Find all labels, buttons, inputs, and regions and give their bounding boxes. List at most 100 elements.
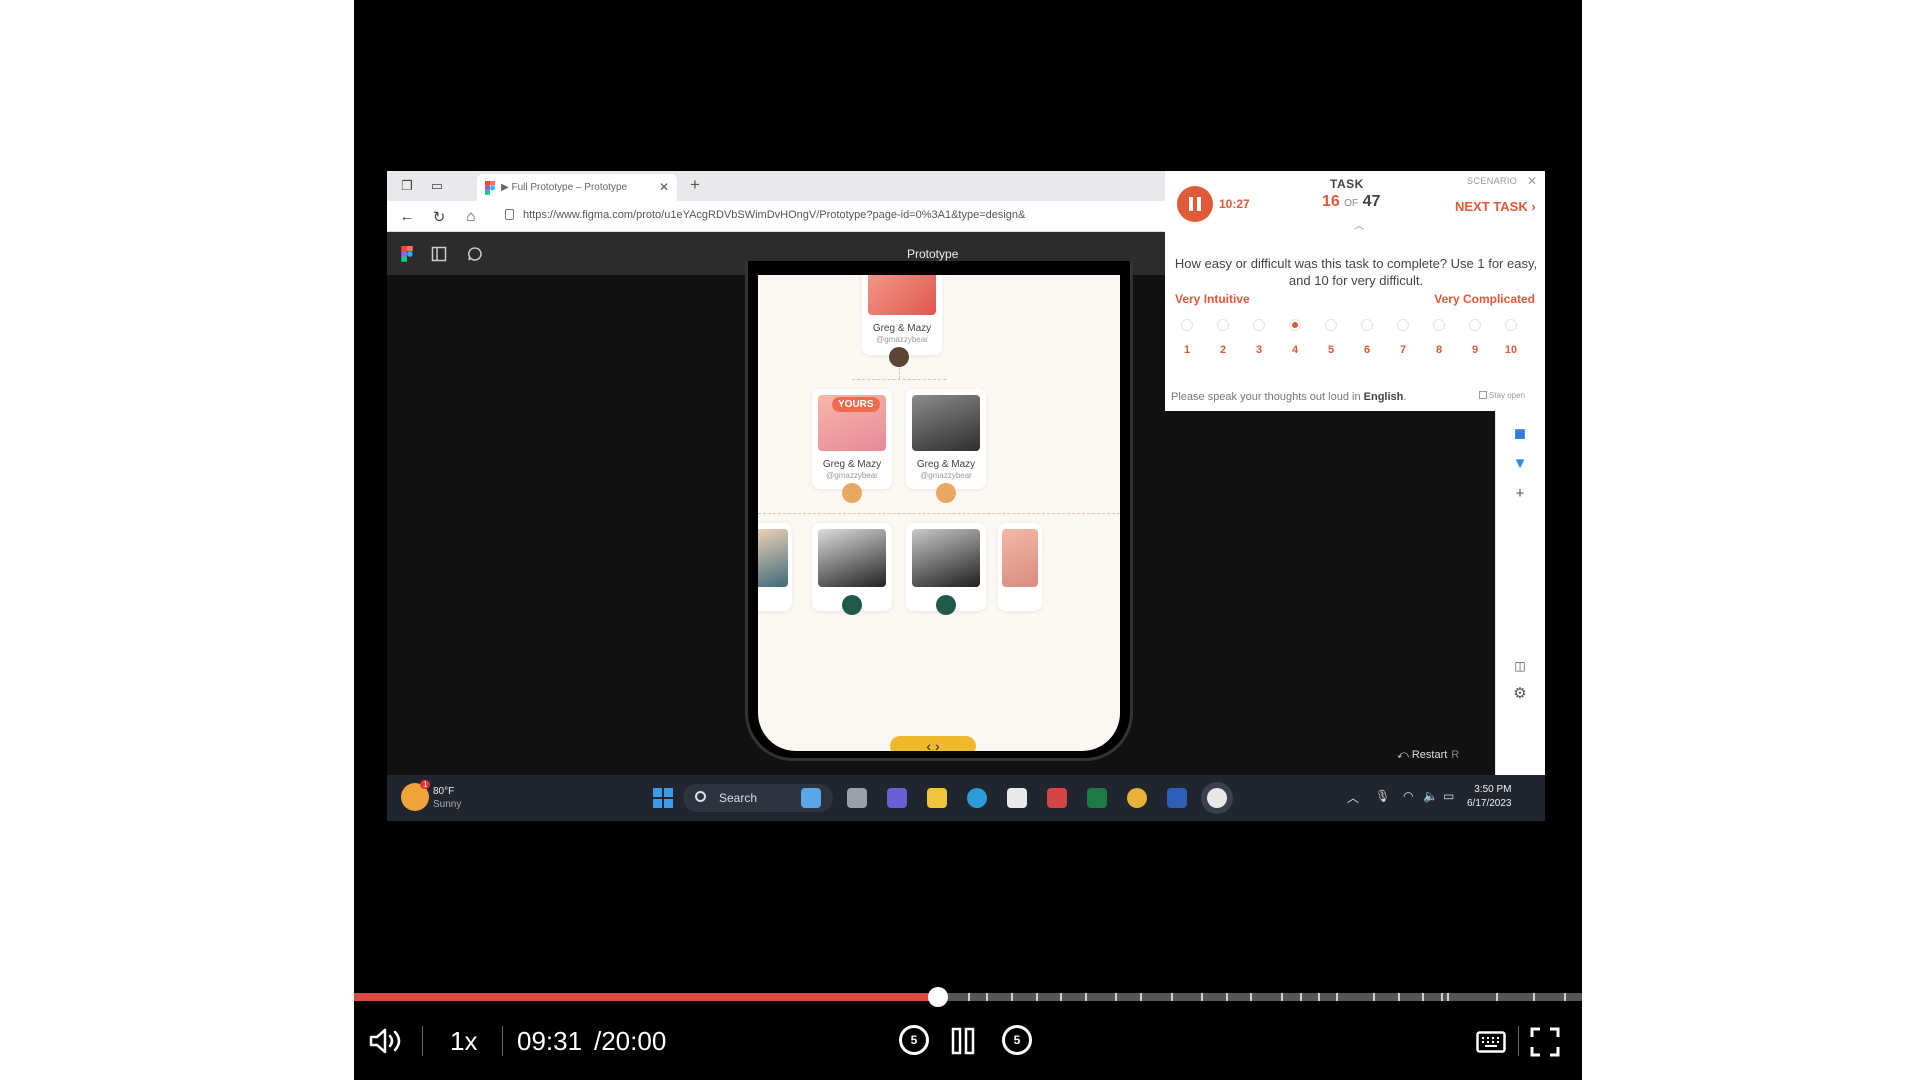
- restart-button[interactable]: ⤺ Restart R: [1397, 749, 1459, 762]
- wifi-icon[interactable]: ◠: [1403, 789, 1413, 803]
- search-label: Search: [719, 791, 758, 805]
- url-field[interactable]: https://www.figma.com/proto/u1eYAcgRDVbS…: [523, 209, 1159, 221]
- fullscreen-icon[interactable]: [1530, 1027, 1560, 1057]
- chapter-marker: [1373, 993, 1376, 1001]
- show-hidden-icon[interactable]: ︿: [1347, 789, 1359, 806]
- add-icon[interactable]: +: [1511, 485, 1529, 503]
- tab-title: ▶ Full Prototype – Prototype: [501, 182, 628, 193]
- weather-condition: Sunny: [433, 799, 462, 810]
- rating-label-5: 5: [1327, 344, 1335, 356]
- tree-connector: [852, 379, 946, 380]
- collapse-icon[interactable]: ︿: [1354, 217, 1364, 232]
- new-tab-icon[interactable]: +: [690, 175, 700, 195]
- rating-option-6[interactable]: [1361, 319, 1373, 331]
- playback-speed-button[interactable]: 1x: [450, 1026, 477, 1057]
- widget-icon[interactable]: [801, 788, 821, 808]
- chapter-marker: [1446, 993, 1449, 1001]
- panel-icon[interactable]: ◫: [1511, 657, 1529, 675]
- chapter-marker: [1397, 993, 1400, 1001]
- rating-option-4[interactable]: [1289, 319, 1301, 331]
- profile-name: Greg & Mazy: [822, 459, 882, 470]
- rating-label-3: 3: [1255, 344, 1263, 356]
- chapter-marker: [1440, 993, 1443, 1001]
- link-icon[interactable]: [889, 347, 909, 367]
- weather-widget[interactable]: 80°F Sunny: [433, 785, 461, 811]
- rewind-seconds: 5: [910, 1033, 918, 1047]
- people-icon[interactable]: [936, 483, 956, 503]
- chapter-marker: [986, 993, 989, 1001]
- speak-instruction: Please speak your thoughts out loud in E…: [1171, 391, 1406, 403]
- workspaces-icon[interactable]: ❐: [399, 178, 415, 194]
- rewind-icon[interactable]: 5: [899, 1025, 929, 1055]
- prototype-nav-pill[interactable]: ‹ ›: [890, 736, 976, 751]
- task-view-icon[interactable]: [847, 788, 867, 808]
- rating-option-9[interactable]: [1469, 319, 1481, 331]
- sidebar-toggle-icon[interactable]: [431, 246, 447, 262]
- chapter-marker: [1281, 993, 1284, 1001]
- start-icon[interactable]: [653, 788, 673, 808]
- profile-name: Greg & Mazy: [872, 323, 932, 334]
- volume-icon[interactable]: 🔈: [1423, 789, 1438, 803]
- scenario-link[interactable]: SCENARIO: [1467, 176, 1517, 186]
- chapter-marker: [1422, 993, 1425, 1001]
- chapter-marker: [1250, 993, 1253, 1001]
- back-icon[interactable]: ←: [398, 208, 416, 225]
- rating-option-7[interactable]: [1397, 319, 1409, 331]
- chapter-marker: [1201, 993, 1204, 1001]
- rating-option-3[interactable]: [1253, 319, 1265, 331]
- send-icon[interactable]: ▼: [1511, 455, 1529, 473]
- stay-open-checkbox[interactable]: Stay open: [1479, 391, 1525, 400]
- tree-connector: [758, 513, 1120, 514]
- couple-photo: [912, 529, 980, 587]
- store-icon[interactable]: [1007, 788, 1027, 808]
- top-profile-card[interactable]: Greg & Mazy @gmazzybear: [862, 275, 942, 355]
- teams-icon[interactable]: [887, 788, 907, 808]
- control-divider: [422, 1026, 423, 1056]
- tab-close-icon[interactable]: ✕: [659, 180, 669, 194]
- chat-icon[interactable]: [842, 595, 862, 615]
- scale-high-label: Very Complicated: [1434, 292, 1535, 306]
- people-icon[interactable]: [842, 483, 862, 503]
- recorder-icon[interactable]: [1207, 788, 1227, 808]
- chapter-marker: [1336, 993, 1339, 1001]
- rating-option-10[interactable]: [1505, 319, 1517, 331]
- settings-icon[interactable]: ⚙: [1511, 685, 1529, 703]
- microphone-icon[interactable]: 🎙: [1375, 789, 1390, 803]
- pause-recording-button[interactable]: [1177, 186, 1213, 222]
- snipping-tool-icon[interactable]: [1047, 788, 1067, 808]
- right-profile-card[interactable]: Greg & Mazy @gmazzybear: [906, 389, 986, 489]
- chrome-icon[interactable]: [1127, 788, 1147, 808]
- close-icon[interactable]: ✕: [1527, 174, 1537, 188]
- word-icon[interactable]: [1167, 788, 1187, 808]
- comment-icon[interactable]: [467, 246, 483, 262]
- edge-icon[interactable]: [967, 788, 987, 808]
- chat-icon[interactable]: [936, 595, 956, 615]
- outlook-icon[interactable]: ◼: [1511, 425, 1529, 443]
- volume-icon[interactable]: [368, 1026, 404, 1056]
- figma-menu-icon[interactable]: [399, 246, 415, 262]
- child-profile-card[interactable]: [998, 523, 1042, 611]
- forward-icon[interactable]: 5: [1002, 1025, 1032, 1055]
- temperature: 80°F: [433, 786, 455, 797]
- tab-actions-icon[interactable]: ▭: [429, 178, 445, 194]
- rating-option-1[interactable]: [1181, 319, 1193, 331]
- keyboard-icon[interactable]: [1476, 1031, 1506, 1053]
- task-counter: 16 OF 47: [1322, 193, 1380, 211]
- progress-bar[interactable]: [354, 987, 1582, 1007]
- excel-icon[interactable]: [1087, 788, 1107, 808]
- rating-option-2[interactable]: [1217, 319, 1229, 331]
- battery-icon[interactable]: ▭: [1443, 789, 1454, 803]
- system-clock[interactable]: 3:50 PM 6/17/2023: [1467, 783, 1512, 811]
- left-profile-card[interactable]: YOURS Greg & Mazy @gmazzybear: [812, 389, 892, 489]
- progress-handle[interactable]: [928, 987, 949, 1007]
- file-explorer-icon[interactable]: [927, 788, 947, 808]
- rating-option-8[interactable]: [1433, 319, 1445, 331]
- child-profile-card[interactable]: [758, 523, 792, 611]
- rating-option-5[interactable]: [1325, 319, 1337, 331]
- pause-icon[interactable]: [951, 1027, 975, 1055]
- prototype-screen[interactable]: Greg & Mazy @gmazzybear YOURS Greg & Maz…: [758, 275, 1120, 751]
- next-task-button[interactable]: NEXT TASK ›: [1455, 199, 1536, 214]
- home-icon[interactable]: ⌂: [462, 208, 480, 225]
- browser-tab[interactable]: ▶ Full Prototype – Prototype ✕: [477, 174, 677, 201]
- reload-icon[interactable]: ↻: [430, 208, 448, 226]
